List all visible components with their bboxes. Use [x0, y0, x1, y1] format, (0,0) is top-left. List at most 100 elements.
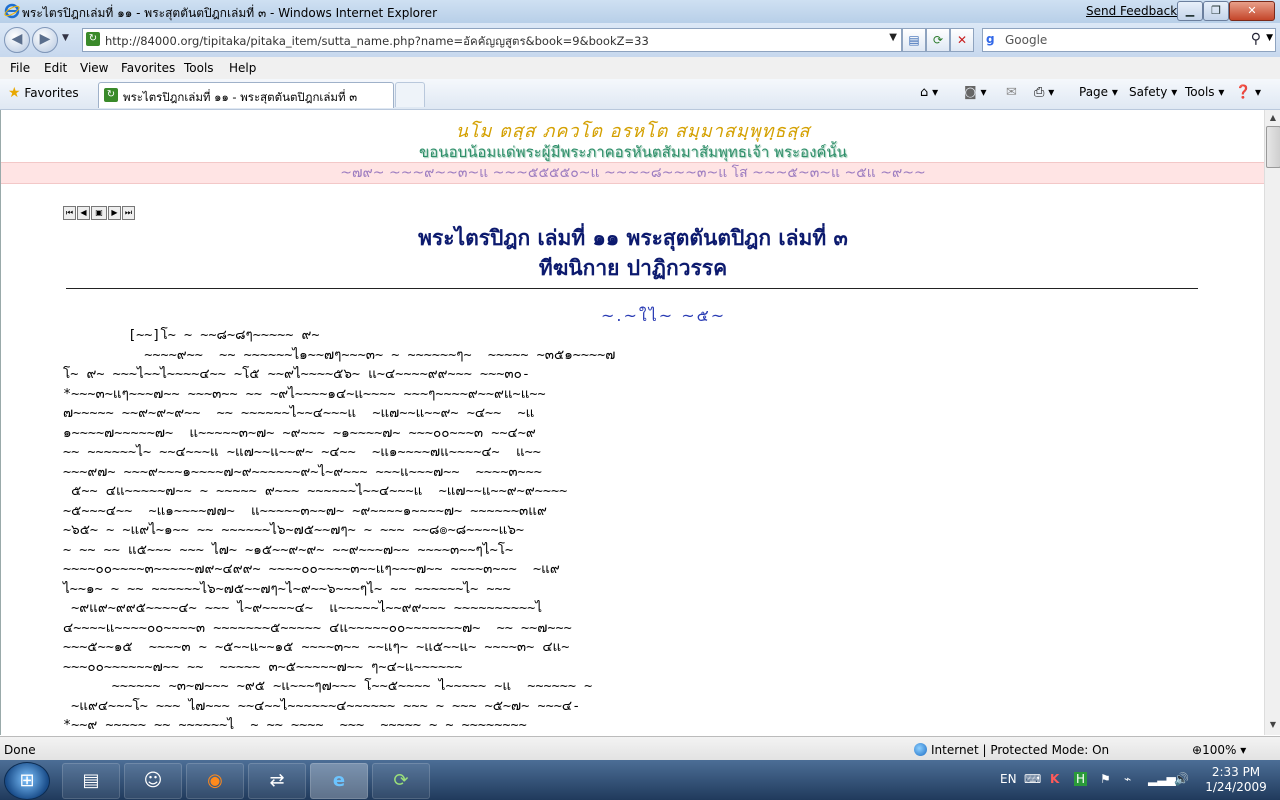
refresh-icon: ⟳: [932, 33, 944, 47]
forward-button[interactable]: ▶: [32, 27, 58, 53]
search-provider-label: Google: [1005, 33, 1048, 47]
firefox-icon: ◉: [207, 770, 223, 791]
power-icon[interactable]: ⌁: [1124, 772, 1131, 786]
taskbar-network[interactable]: ⇄: [248, 763, 306, 799]
page-menu-label: Page: [1079, 85, 1109, 99]
safety-menu[interactable]: Safety ▾: [1129, 85, 1177, 99]
taskbar-explorer[interactable]: ▤: [62, 763, 120, 799]
send-feedback-link[interactable]: Send Feedback: [1086, 4, 1177, 18]
sync-icon: ⟳: [393, 770, 409, 791]
clock-time: 2:33 PM: [1211, 765, 1261, 779]
scripture-paragraph: [~~]โ~ ~ ~~๘~๘ๆ~~~~~ ๙~ ~~~~๙~~ ~~ ~~~~~…: [63, 327, 616, 733]
help-button[interactable]: ❓ ▾: [1235, 85, 1261, 100]
home-button[interactable]: ⌂ ▾: [920, 85, 938, 100]
stop-button[interactable]: ✕: [950, 28, 974, 52]
page-navigator: ⏮ ◀ ▣ ▶ ⏭: [63, 204, 136, 220]
keyboard-icon[interactable]: ⌨: [1024, 772, 1041, 786]
prev-page-icon[interactable]: ◀: [77, 206, 90, 220]
restore-button[interactable]: ❐: [1203, 1, 1229, 21]
first-page-icon[interactable]: ⏮: [63, 206, 76, 220]
favorites-bar: ★ Favorites ↻ พระไตรปิฎกเล่มที่ ๑๑ - พระ…: [0, 79, 1280, 110]
app-h-icon[interactable]: H: [1074, 772, 1088, 786]
clock-date: 1/24/2009: [1205, 780, 1267, 794]
taskbar-users[interactable]: ☺: [124, 763, 182, 799]
favorites-button[interactable]: ★ Favorites: [8, 85, 79, 101]
scroll-down-icon[interactable]: ▼: [1267, 720, 1279, 729]
document-icon[interactable]: ▣: [91, 206, 107, 220]
folder-icon: ▤: [82, 770, 100, 791]
zoom-level: 100%: [1202, 743, 1237, 757]
zoom-icon: ⊕: [1192, 743, 1203, 757]
pink-strip-text: ~๗๙~ ~~~๙~~๓~แ ~~~๕๕๕๕๐~แ ~~~~๘~~~๓~แ โส…: [340, 165, 926, 181]
menu-view[interactable]: View: [80, 61, 108, 75]
favorites-label: Favorites: [24, 86, 79, 100]
menu-file[interactable]: File: [10, 61, 30, 75]
taskbar-sync[interactable]: ⟳: [372, 763, 430, 799]
restore-icon: ❐: [1211, 4, 1221, 17]
address-field[interactable]: ↻ http://84000.org/tipitaka/pitaka_item/…: [82, 28, 902, 52]
search-dropdown-icon[interactable]: ▼: [1266, 33, 1273, 43]
google-icon: g: [986, 32, 995, 46]
star-icon: ★: [8, 85, 21, 101]
close-button[interactable]: ✕: [1229, 1, 1275, 21]
page-content: นโม ตสฺส ภควโต อรหโต สมฺมาสมฺพุทฺธสฺส ขอ…: [0, 110, 1265, 735]
home-icon: ⌂: [920, 85, 929, 100]
feeds-button[interactable]: ◙ ▾: [964, 85, 986, 100]
ie-taskbar-icon: e: [332, 770, 346, 791]
tools-menu[interactable]: Tools ▾: [1185, 85, 1224, 99]
address-dropdown-icon[interactable]: ▼: [889, 32, 897, 43]
help-icon: ❓: [1235, 85, 1252, 100]
volume-icon[interactable]: 🔊: [1174, 772, 1189, 786]
tab-title: พระไตรปิฎกเล่มที่ ๑๑ - พระสุตตันตปิฎกเล่…: [123, 90, 358, 104]
input-language[interactable]: EN: [1000, 772, 1017, 786]
security-zone[interactable]: Internet | Protected Mode: On: [914, 743, 1109, 757]
scrollbar-thumb[interactable]: [1266, 126, 1280, 168]
status-text: Done: [4, 743, 36, 757]
window-titlebar[interactable]: พระไตรปิฎกเล่มที่ ๑๑ - พระสุตตันตปิฎกเล่…: [0, 0, 1280, 24]
refresh-button[interactable]: ⟳: [926, 28, 950, 52]
site-favicon-icon: ↻: [86, 32, 100, 46]
tab-favicon-icon: ↻: [104, 88, 118, 102]
vertical-scrollbar[interactable]: ▲ ▼: [1264, 110, 1280, 735]
compatibility-icon: ▤: [908, 33, 920, 47]
read-mail-button[interactable]: ✉: [1006, 85, 1017, 100]
print-button[interactable]: ⎙ ▾: [1034, 85, 1054, 100]
history-dropdown-icon[interactable]: ▼: [62, 33, 69, 43]
search-box[interactable]: g Google ⚲ ▼: [982, 28, 1276, 52]
antivirus-icon[interactable]: K: [1050, 772, 1059, 786]
menu-help[interactable]: Help: [229, 61, 256, 75]
last-page-icon[interactable]: ⏭: [122, 206, 135, 220]
forward-arrow-icon: ▶: [39, 31, 51, 47]
menu-tools[interactable]: Tools: [184, 61, 214, 75]
users-icon: ☺: [143, 770, 163, 791]
menu-bar: File Edit View Favorites Tools Help: [0, 57, 1280, 80]
search-icon[interactable]: ⚲: [1251, 31, 1261, 47]
minimize-icon: ▁: [1185, 4, 1195, 17]
scroll-up-icon[interactable]: ▲: [1267, 113, 1279, 122]
browser-tab[interactable]: ↻ พระไตรปิฎกเล่มที่ ๑๑ - พระสุตตันตปิฎกเ…: [98, 82, 394, 108]
close-icon: ✕: [1247, 4, 1257, 17]
taskbar-internet-explorer[interactable]: e: [310, 763, 368, 799]
divider: [66, 288, 1198, 289]
safety-menu-label: Safety: [1129, 85, 1168, 99]
new-tab-button[interactable]: [395, 82, 425, 107]
signal-icon[interactable]: ▂▃▅: [1148, 772, 1176, 786]
zoom-control[interactable]: ⊕100% ▾: [1192, 743, 1246, 757]
system-clock[interactable]: 2:33 PM 1/24/2009: [1196, 765, 1276, 795]
menu-favorites[interactable]: Favorites: [121, 61, 175, 75]
page-menu[interactable]: Page ▾: [1079, 85, 1118, 99]
start-button[interactable]: ⊞: [4, 762, 50, 800]
flag-icon[interactable]: ⚑: [1100, 772, 1111, 786]
compatibility-view-button[interactable]: ▤: [902, 28, 926, 52]
internet-explorer-icon: [4, 3, 20, 19]
menu-edit[interactable]: Edit: [44, 61, 67, 75]
taskbar-firefox[interactable]: ◉: [186, 763, 244, 799]
back-button[interactable]: ◀: [4, 27, 30, 53]
address-url: http://84000.org/tipitaka/pitaka_item/su…: [105, 34, 649, 48]
next-page-icon[interactable]: ▶: [108, 206, 121, 220]
navigation-bar: ◀ ▶ ▼ ↻ http://84000.org/tipitaka/pitaka…: [0, 23, 1280, 57]
page-heading-chapter: ทีฆนิกาย ปาฏิกวรรค: [538, 256, 728, 280]
minimize-button[interactable]: ▁: [1177, 1, 1203, 21]
security-zone-label: Internet | Protected Mode: On: [931, 743, 1110, 757]
window-title: พระไตรปิฎกเล่มที่ ๑๑ - พระสุตตันตปิฎกเล่…: [22, 6, 438, 20]
